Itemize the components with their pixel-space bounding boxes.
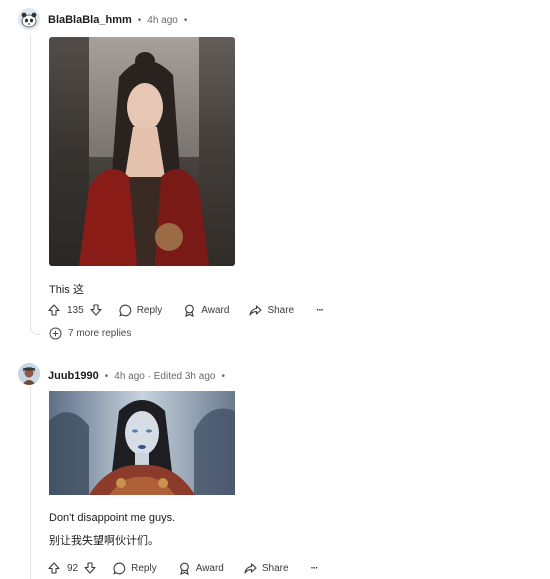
comment-text: Don't disappoint me guys. [49,512,176,524]
more-replies-label: 7 more replies [68,328,132,339]
thread-line [30,34,31,330]
upvote-icon [48,562,60,574]
reply-label: Reply [131,562,157,574]
timestamp[interactable]: 4h ago [147,15,178,26]
meta-dot: • [183,15,188,26]
share-icon [244,562,257,574]
downvote-button[interactable] [90,300,102,320]
vote-count: 92 [67,562,79,574]
downvote-icon [84,562,96,574]
more-options-button[interactable]: ··· [310,558,319,578]
comment-bubble-icon [113,562,126,575]
meta-dot: • [221,371,225,382]
share-icon [249,304,262,316]
comment-text: 别让我失望啊伙计们。 [49,535,159,547]
thread-curve [30,322,41,335]
comment-actions: 135 Reply Award Share ··· [48,300,324,320]
more-options-label: ··· [310,562,319,574]
comment-bubble-icon [118,304,131,317]
downvote-icon [90,304,102,316]
username[interactable]: Juub1990 [48,370,99,382]
timestamp[interactable]: 4h ago · Edited 3h ago [114,371,215,382]
plus-circle-icon [49,327,62,340]
share-label: Share [261,562,289,574]
comment-actions: 92 Reply Award Share ··· [48,558,319,578]
downvote-button[interactable] [84,558,96,578]
share-button[interactable]: Share [244,558,289,578]
more-options-button[interactable]: ··· [316,300,324,320]
username[interactable]: BlaBlaBla_hmm [48,14,132,26]
share-label: Share [267,304,295,316]
upvote-button[interactable] [48,558,60,578]
comment-image[interactable] [49,37,235,266]
meta-dot: • [137,15,142,26]
upvote-icon [48,304,60,316]
award-button[interactable]: Award [178,558,224,578]
award-icon [185,304,195,317]
share-button[interactable]: Share [249,300,294,320]
comment-image[interactable] [49,391,235,495]
award-icon [179,562,189,575]
reply-button[interactable]: Reply [118,300,163,320]
more-options-label: ··· [316,304,324,316]
award-button[interactable]: Award [183,300,229,320]
comment-text: This 这 [49,284,84,296]
upvote-button[interactable] [48,300,60,320]
thread-line [30,386,31,579]
award-label: Award [195,562,224,574]
avatar[interactable] [18,363,40,385]
award-label: Award [201,304,230,316]
meta-dot: • [104,371,109,382]
reply-button[interactable]: Reply [113,558,157,578]
reply-label: Reply [136,304,163,316]
vote-count: 135 [67,304,84,316]
more-replies-button[interactable]: 7 more replies [49,327,131,340]
avatar[interactable] [18,8,40,30]
